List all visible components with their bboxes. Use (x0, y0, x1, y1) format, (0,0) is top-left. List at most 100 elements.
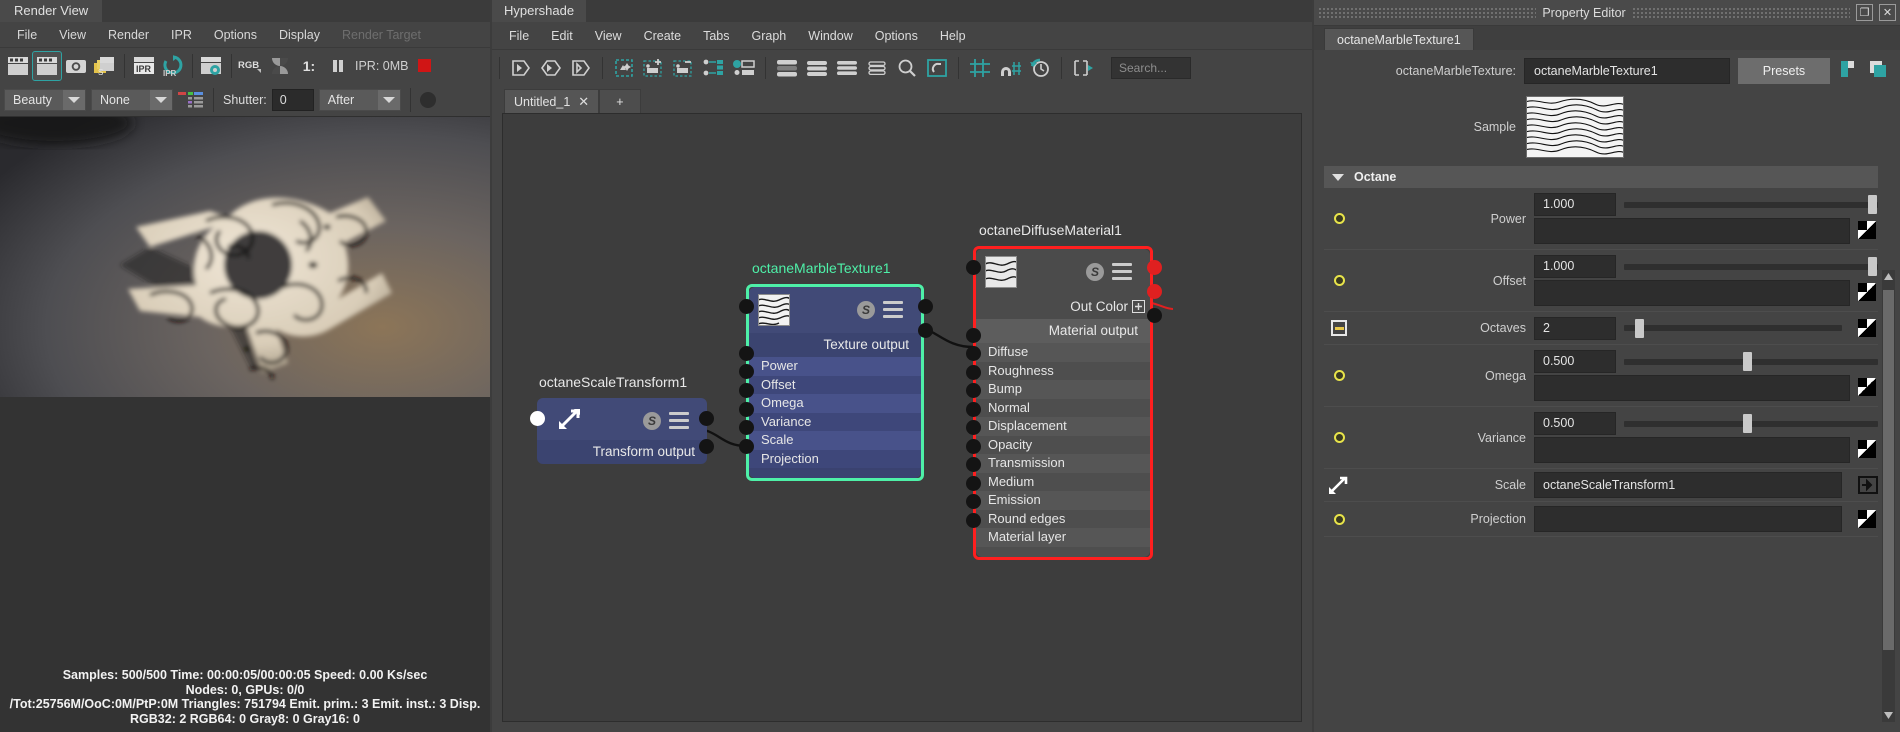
presets-button[interactable]: Presets (1738, 58, 1830, 84)
scroll-down-icon[interactable] (1882, 708, 1895, 722)
close-icon[interactable]: ✕ (578, 94, 589, 110)
rgb-channel-icon[interactable]: RGB (237, 52, 265, 80)
chevron-down-icon[interactable] (150, 89, 172, 110)
node-attr-medium[interactable]: Medium (976, 472, 1150, 491)
node-attr-offset[interactable]: Offset (749, 375, 921, 394)
layout-list-icon[interactable] (833, 55, 861, 81)
projection-map-field[interactable] (1534, 506, 1842, 532)
omega-map-field[interactable] (1534, 375, 1850, 401)
remove-selected-icon[interactable] (670, 55, 698, 81)
node-attr-bump[interactable]: Bump (976, 380, 1150, 399)
port-opacity[interactable] (966, 420, 981, 435)
snap-to-grid-icon[interactable] (996, 55, 1024, 81)
ipr-refresh-icon[interactable]: IPR (159, 52, 187, 80)
offset-slider[interactable] (1624, 255, 1878, 278)
port-material-layer[interactable] (966, 513, 981, 528)
layout-stacked-icon[interactable] (803, 55, 831, 81)
snapshot-icon[interactable] (62, 52, 90, 80)
octaves-map-checker-icon[interactable] (1858, 319, 1876, 337)
chevron-down-icon[interactable] (377, 89, 400, 110)
restore-window-icon[interactable]: ❐ (1856, 4, 1873, 21)
offset-map-field[interactable] (1534, 280, 1850, 306)
power-map-checker-icon[interactable] (1858, 221, 1876, 239)
chevron-down-icon[interactable] (63, 89, 85, 110)
port-transmission[interactable] (966, 439, 981, 454)
variance-map-checker-icon[interactable] (1858, 440, 1876, 458)
octane-section-header[interactable]: Octane (1324, 166, 1878, 188)
hs-menu-graph[interactable]: Graph (741, 22, 798, 50)
octaves-slider[interactable] (1624, 317, 1842, 340)
port-power[interactable] (739, 346, 754, 361)
yellow-dot-icon[interactable] (1324, 513, 1354, 525)
clear-graph-icon[interactable] (610, 55, 638, 81)
drag-handle-right[interactable] (1631, 6, 1850, 19)
node-attr-round-edges[interactable]: Round edges (976, 509, 1150, 528)
port-projection[interactable] (739, 439, 754, 454)
node-output-port[interactable] (1147, 260, 1162, 275)
port-displacement[interactable] (966, 402, 981, 417)
reset-view-icon[interactable] (1026, 55, 1054, 81)
show-connections-icon[interactable] (730, 55, 758, 81)
scroll-up-icon[interactable] (1882, 270, 1895, 284)
chevron-down-icon[interactable] (1332, 173, 1344, 181)
hs-menu-edit[interactable]: Edit (540, 22, 584, 50)
node-transform-output-port[interactable] (699, 439, 714, 454)
shading-group-icon[interactable]: S (643, 412, 661, 430)
hs-menu-view[interactable]: View (584, 22, 633, 50)
render-current-frame-icon[interactable] (4, 52, 32, 80)
menu-file[interactable]: File (6, 22, 48, 48)
input-connections-icon[interactable] (507, 55, 535, 81)
scale-linked-node-field[interactable]: octaneScaleTransform1 (1534, 472, 1842, 498)
hs-menu-tabs[interactable]: Tabs (692, 22, 740, 50)
port-diffuse[interactable] (966, 328, 981, 343)
shutter-input[interactable]: 0 (271, 88, 314, 111)
node-attr-omega[interactable]: Omega (749, 394, 921, 413)
hs-menu-options[interactable]: Options (864, 22, 929, 50)
node-output-port[interactable] (699, 411, 714, 426)
shading-group-icon[interactable]: S (857, 301, 875, 319)
output-connections-icon[interactable] (567, 55, 595, 81)
zoom-icon[interactable] (893, 55, 921, 81)
node-attr-diffuse[interactable]: Diffuse (976, 343, 1150, 362)
variance-slider[interactable] (1624, 412, 1878, 435)
node-input-port[interactable] (966, 260, 981, 275)
node-name-input[interactable]: octaneMarbleTexture1 (1524, 58, 1730, 84)
node-attr-projection[interactable]: Projection (749, 449, 921, 468)
node-list-icon[interactable] (1112, 263, 1132, 280)
node-output-port[interactable] (918, 299, 933, 314)
node-attr-opacity[interactable]: Opacity (976, 435, 1150, 454)
menu-render[interactable]: Render (97, 22, 160, 48)
offset-value-input[interactable]: 1.000 (1534, 255, 1616, 278)
tab-untitled-1[interactable]: Untitled_1 ✕ (504, 89, 600, 113)
port-variance[interactable] (739, 402, 754, 417)
expand-icon[interactable] (1132, 300, 1145, 313)
shutter-mode-dropdown[interactable]: After (318, 88, 401, 111)
property-editor-scrollbar[interactable] (1882, 270, 1895, 722)
node-attr-roughness[interactable]: Roughness (976, 361, 1150, 380)
hs-menu-create[interactable]: Create (633, 22, 693, 50)
node-attr-scale[interactable]: Scale (749, 431, 921, 450)
node-attr-normal[interactable]: Normal (976, 398, 1150, 417)
yellow-dot-icon[interactable] (1324, 370, 1354, 381)
pe-tab-marble-texture[interactable]: octaneMarbleTexture1 (1324, 28, 1474, 50)
port-emission[interactable] (966, 476, 981, 491)
layout-horizontal-icon[interactable] (773, 55, 801, 81)
input-output-connections-icon[interactable] (537, 55, 565, 81)
show-outputs-icon[interactable] (1069, 55, 1097, 81)
omega-value-input[interactable]: 0.500 (1534, 350, 1616, 373)
node-attr-variance[interactable]: Variance (749, 412, 921, 431)
yellow-dot-icon[interactable] (1324, 213, 1354, 224)
add-tab-button[interactable]: + (599, 89, 641, 113)
port-round-edges[interactable] (966, 494, 981, 509)
rearrange-graph-icon[interactable] (700, 55, 728, 81)
menu-ipr[interactable]: IPR (160, 22, 203, 48)
variance-value-input[interactable]: 0.500 (1534, 412, 1616, 435)
menu-options[interactable]: Options (203, 22, 268, 48)
node-attr-emission[interactable]: Emission (976, 491, 1150, 510)
projection-map-checker-icon[interactable] (1858, 510, 1876, 528)
copy-tab-icon[interactable] (1838, 59, 1860, 84)
ipr-render-icon[interactable]: IPR (130, 52, 158, 80)
menu-view[interactable]: View (48, 22, 97, 48)
search-input[interactable]: Search... (1111, 57, 1191, 79)
port-scale[interactable] (739, 420, 754, 435)
